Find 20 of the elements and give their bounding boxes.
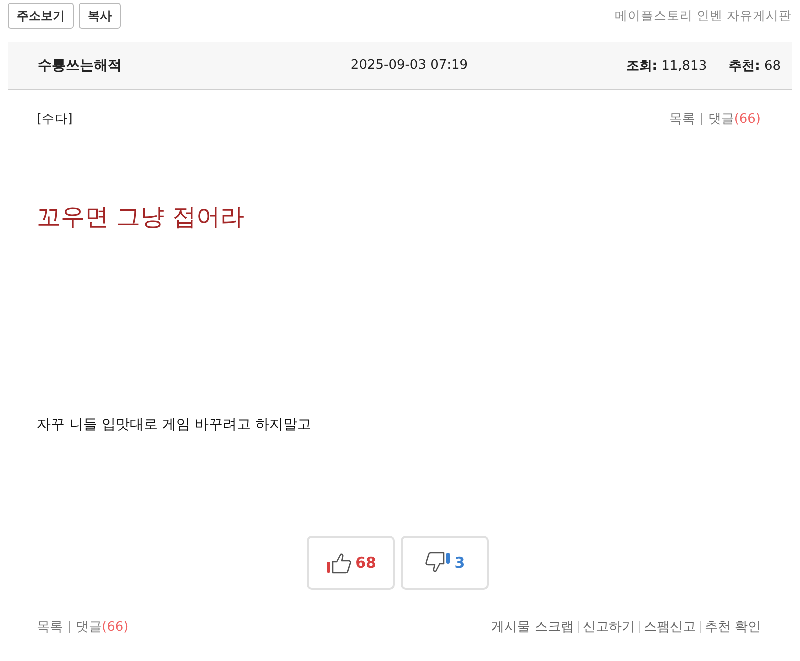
- stat-text: 조회: 11,813: [626, 58, 708, 74]
- post-body-text: 자꾸 니들 입맛대로 게임 바꾸려고 하지말고: [37, 416, 312, 435]
- category-label: [수다]: [37, 110, 73, 128]
- list-link[interactable]: 목록: [669, 110, 696, 128]
- post-title: 꼬우면 그냥 접어라: [37, 202, 246, 233]
- show-address-button[interactable]: 주소보기: [8, 3, 74, 29]
- action-link[interactable]: 게시물 스크랩: [492, 618, 574, 636]
- comments-link[interactable]: 댓글(66): [76, 618, 129, 636]
- board-name: 메이플스토리 인벤 자유게시판: [615, 8, 792, 24]
- upvote-button[interactable]: 68: [307, 536, 395, 590]
- list-link[interactable]: 목록: [37, 618, 63, 636]
- post-date: 2025-09-03 07:19: [350, 58, 468, 73]
- comments-link[interactable]: 댓글(66): [708, 110, 761, 128]
- downvote-button[interactable]: 3: [401, 536, 489, 590]
- copy-button[interactable]: 복사: [79, 3, 121, 29]
- action-link[interactable]: 신고하기: [582, 618, 635, 636]
- action-link[interactable]: 스팸신고: [644, 618, 696, 636]
- author-name: 수룡쓰는해적: [38, 56, 123, 74]
- action-link[interactable]: 추천 확인: [704, 618, 761, 636]
- stat-text: 추천: 68: [729, 58, 781, 74]
